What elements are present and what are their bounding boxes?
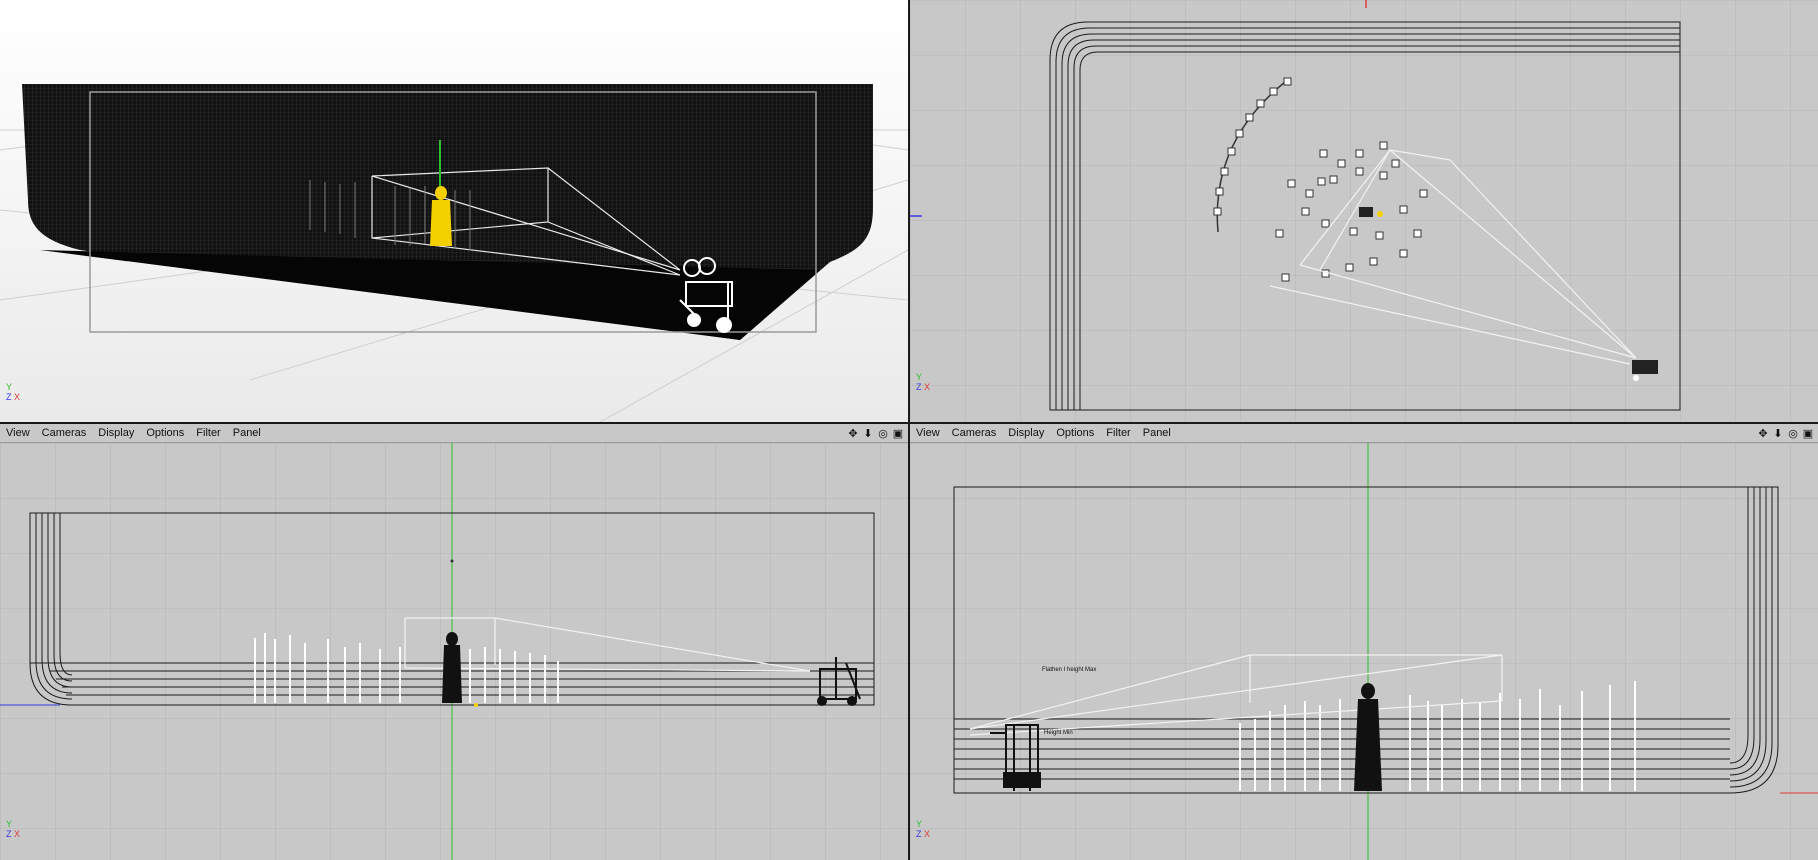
top-view-scene: [910, 0, 1818, 422]
menu-options[interactable]: Options: [140, 427, 190, 439]
annotation-height-min: Height Min: [1044, 730, 1073, 736]
axis-y-label: Y: [6, 382, 13, 392]
menu-cameras[interactable]: Cameras: [946, 427, 1003, 439]
axis-z-label: Z: [916, 829, 922, 839]
menubar-left: View Cameras Display Options Filter Pane…: [0, 424, 908, 443]
figure-front: [1354, 683, 1382, 791]
axis-x-label: X: [924, 829, 931, 839]
menu-filter[interactable]: Filter: [190, 427, 226, 439]
axis-x-label: X: [14, 829, 21, 839]
axis-indicator: Y Z X: [6, 382, 20, 402]
camera-icon[interactable]: ◎: [877, 427, 889, 440]
move-icon[interactable]: ✥: [1757, 427, 1769, 440]
menu-display[interactable]: Display: [92, 427, 140, 439]
axis-y-label: Y: [916, 372, 923, 382]
menu-view[interactable]: View: [910, 427, 946, 439]
menu-view[interactable]: View: [0, 427, 36, 439]
move-icon[interactable]: ✥: [847, 427, 859, 440]
menu-display[interactable]: Display: [1002, 427, 1050, 439]
axis-z-label: Z: [916, 382, 922, 392]
layout-icon[interactable]: ▣: [892, 427, 904, 440]
camera-icon[interactable]: ◎: [1787, 427, 1799, 440]
axis-y-label: Y: [6, 819, 13, 829]
axis-z-label: Z: [6, 829, 12, 839]
viewport-front[interactable]: Flathen I height Max Height Min Y Z X: [910, 443, 1818, 860]
axis-indicator: Y Z X: [916, 372, 930, 392]
viewport-side[interactable]: Y Z X: [0, 443, 908, 860]
axis-x-label: X: [14, 392, 21, 402]
side-view-scene: [0, 443, 908, 860]
axis-z-label: Z: [6, 392, 12, 402]
viewport-top[interactable]: Y Z X: [910, 0, 1818, 422]
menu-filter[interactable]: Filter: [1100, 427, 1136, 439]
download-icon[interactable]: ⬇: [862, 427, 874, 440]
front-view-scene: [910, 443, 1818, 860]
axis-indicator: Y Z X: [916, 819, 930, 839]
menu-cameras[interactable]: Cameras: [36, 427, 93, 439]
annotation-height-max: Flathen I height Max: [1042, 667, 1097, 673]
download-icon[interactable]: ⬇: [1772, 427, 1784, 440]
viewport-perspective[interactable]: Y Z X: [0, 0, 908, 422]
menu-options[interactable]: Options: [1050, 427, 1100, 439]
menu-panel[interactable]: Panel: [1137, 427, 1177, 439]
axis-y-label: Y: [916, 819, 923, 829]
layout-icon[interactable]: ▣: [1802, 427, 1814, 440]
menubar-right: View Cameras Display Options Filter Pane…: [910, 424, 1818, 443]
axis-x-label: X: [924, 382, 931, 392]
axis-indicator: Y Z X: [6, 819, 20, 839]
menu-panel[interactable]: Panel: [227, 427, 267, 439]
perspective-scene: [0, 0, 908, 422]
